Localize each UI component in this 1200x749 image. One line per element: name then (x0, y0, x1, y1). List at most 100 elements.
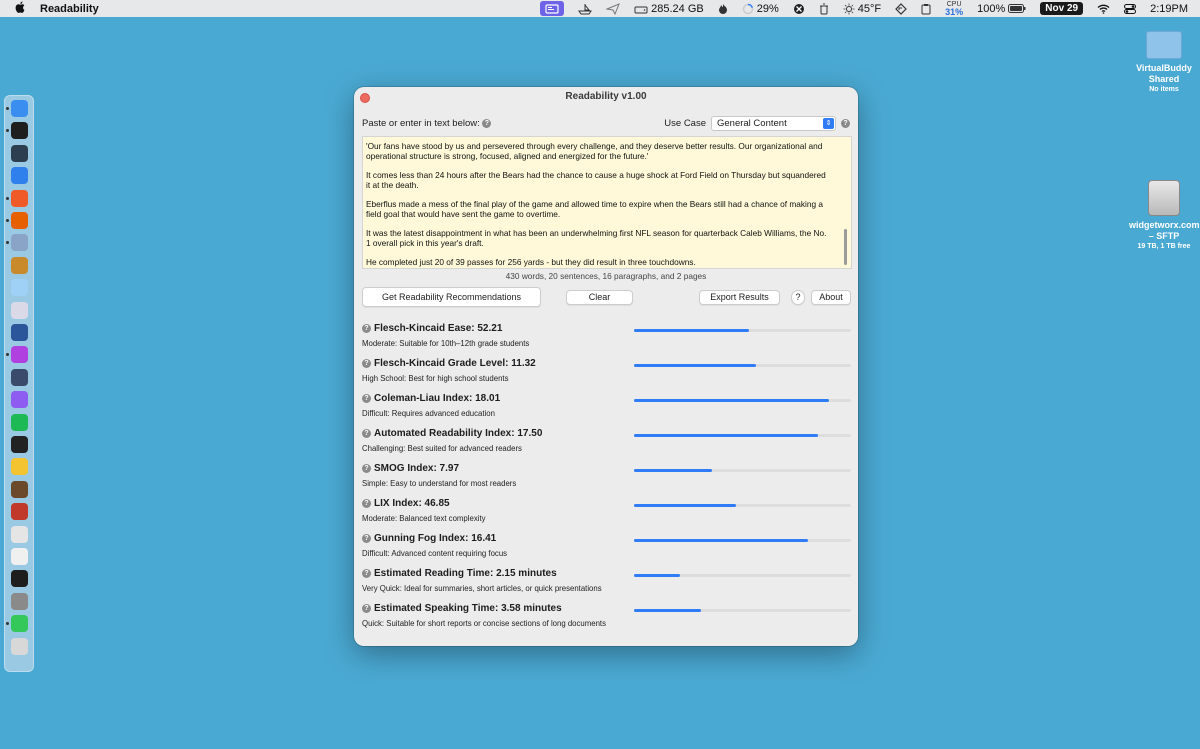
metric-help-icon[interactable]: ? (362, 533, 371, 543)
metric-title: ? Gunning Fog Index: 16.41 (362, 533, 496, 544)
control-center-icon[interactable] (1124, 3, 1137, 14)
paste-help-icon[interactable]: ? (482, 118, 492, 128)
script-icon[interactable] (11, 480, 28, 498)
export-results-button[interactable]: Export Results (699, 290, 780, 305)
network-icon[interactable] (11, 234, 28, 252)
console-icon[interactable] (11, 436, 28, 453)
action-buttons: Get Readability Recommendations Clear Ex… (362, 287, 851, 309)
help-button[interactable]: ? (791, 290, 805, 305)
metric-title-text: SMOG Index: 7.97 (374, 463, 460, 474)
infuse-icon[interactable] (11, 368, 28, 386)
send-icon[interactable] (606, 2, 621, 15)
boat-icon[interactable] (578, 3, 593, 15)
trash-menu-icon[interactable] (819, 3, 829, 15)
app-name-menu[interactable]: Readability (40, 3, 99, 15)
bbedit-icon[interactable] (11, 301, 28, 319)
xcode-icon[interactable] (11, 167, 28, 185)
battery-ring-status[interactable]: 29% (742, 3, 779, 15)
metric-help-icon[interactable]: ? (362, 323, 371, 333)
metric-help-icon[interactable]: ? (362, 568, 371, 578)
metric-help-icon[interactable]: ? (362, 603, 371, 613)
running-indicator (6, 241, 9, 245)
spotify-icon[interactable] (11, 413, 28, 431)
messages-icon[interactable] (11, 615, 28, 633)
metric-title-text: Gunning Fog Index: 16.41 (374, 533, 497, 544)
sftp-label: widgetworx.com – SFTP (1129, 220, 1200, 241)
metric-row: ? Flesch-Kincaid Grade Level: 11.32 High S… (362, 358, 852, 393)
title-bar[interactable]: Readability v1.00 (354, 87, 858, 107)
metric-description: Challenging: Best suited for advanced re… (362, 444, 522, 453)
x-circle-icon[interactable] (793, 3, 805, 15)
finder-icon[interactable] (11, 100, 28, 117)
select-chevron-icon: ⇕ (823, 118, 834, 129)
battery-status[interactable]: 100% (977, 3, 1026, 15)
clipboard-icon[interactable] (921, 3, 931, 15)
use-case-help-icon[interactable]: ? (841, 119, 850, 128)
metric-title: ? Coleman-Liau Index: 18.01 (362, 393, 500, 404)
metric-bar-fill (634, 329, 749, 332)
drive-icon[interactable] (11, 458, 28, 476)
firefox-icon[interactable] (11, 212, 28, 229)
metric-title-text: Automated Readability Index: 17.50 (374, 428, 543, 439)
ring-icon[interactable] (11, 548, 28, 565)
terminal-like-icon[interactable] (11, 144, 28, 162)
cpu-status[interactable]: CPU 31% (945, 1, 963, 17)
network-volume-icon (1148, 180, 1180, 216)
disk-status[interactable]: 285.24 GB (634, 3, 704, 15)
metric-description: Very Quick: Ideal for summaries, short a… (362, 584, 602, 593)
clear-button[interactable]: Clear (566, 290, 633, 305)
metric-title: ? Flesch-Kincaid Grade Level: 11.32 (362, 358, 536, 369)
metric-help-icon[interactable]: ? (362, 498, 371, 508)
use-case-select[interactable]: General Content ⇕ (711, 116, 836, 131)
metric-title-text: LIX Index: 46.85 (374, 498, 450, 509)
text-paragraph: It was the latest disappointment in what… (366, 228, 827, 248)
metric-bar-track (634, 574, 851, 577)
use-case-label: Use Case (664, 118, 706, 129)
metric-description: Moderate: Balanced text complexity (362, 514, 486, 523)
metric-help-icon[interactable]: ? (362, 428, 371, 438)
wifi-icon[interactable] (1097, 4, 1110, 14)
arc-icon[interactable] (11, 346, 28, 364)
date-badge[interactable]: Nov 29 (1040, 2, 1084, 15)
word-icon[interactable] (11, 324, 28, 341)
text-scrollbar[interactable] (844, 229, 847, 265)
metric-description: Difficult: Requires advanced education (362, 409, 495, 418)
screen-share-icon[interactable] (540, 1, 565, 16)
shared-folder-label: VirtualBuddy Shared (1136, 63, 1192, 84)
text-paragraph: Eberflus made a mess of the final play o… (366, 199, 824, 219)
flame-icon[interactable] (718, 3, 728, 15)
about-button[interactable]: About (811, 290, 851, 305)
activity-icon[interactable] (11, 570, 28, 588)
close-window-button[interactable] (360, 93, 370, 103)
text-paragraph: 'Our fans have stood by us and persevere… (366, 141, 823, 161)
metric-help-icon[interactable]: ? (362, 393, 371, 403)
metric-bar-fill (634, 399, 830, 402)
metric-title: ? LIX Index: 46.85 (362, 498, 450, 509)
desktop-shared-folder[interactable]: VirtualBuddy Shared No items (1129, 31, 1199, 94)
metric-description: Moderate: Suitable for 10th–12th grade s… (362, 339, 530, 348)
desktop-sftp-volume[interactable]: widgetworx.com – SFTP 19 TB, 1 TB free (1129, 180, 1200, 251)
clock-text[interactable]: 2:19PM (1150, 3, 1188, 15)
app-store-like-icon[interactable] (11, 122, 28, 140)
text-paragraph: It comes less than 24 hours after the Be… (366, 170, 826, 190)
metric-description: Simple: Easy to understand for most read… (362, 479, 517, 488)
text-input-area[interactable]: 'Our fans have stood by us and persevere… (362, 136, 852, 269)
get-recommendations-button[interactable]: Get Readability Recommendations (362, 287, 541, 307)
tool-icon[interactable] (11, 503, 28, 521)
settings-icon[interactable] (11, 592, 28, 610)
cyberduck-icon[interactable] (11, 256, 28, 274)
chatgpt-icon[interactable] (11, 525, 28, 543)
running-indicator (6, 107, 9, 110)
metric-row: ? SMOG Index: 7.97 Simple: Easy to underst… (362, 463, 852, 498)
brave-icon[interactable] (11, 189, 28, 207)
trash-icon[interactable] (11, 637, 28, 655)
podcast-icon[interactable] (11, 391, 28, 409)
metric-bar-track (634, 329, 851, 332)
preview-icon[interactable] (11, 279, 28, 297)
metric-help-icon[interactable]: ? (362, 358, 371, 368)
weather-status[interactable]: 45°F (843, 3, 881, 15)
metric-help-icon[interactable]: ? (362, 463, 371, 473)
metric-row: ? Estimated Reading Time: 2.15 minutes Ver… (362, 568, 852, 603)
diamond-nav-icon[interactable] (895, 2, 907, 15)
apple-menu-icon[interactable] (14, 1, 26, 16)
